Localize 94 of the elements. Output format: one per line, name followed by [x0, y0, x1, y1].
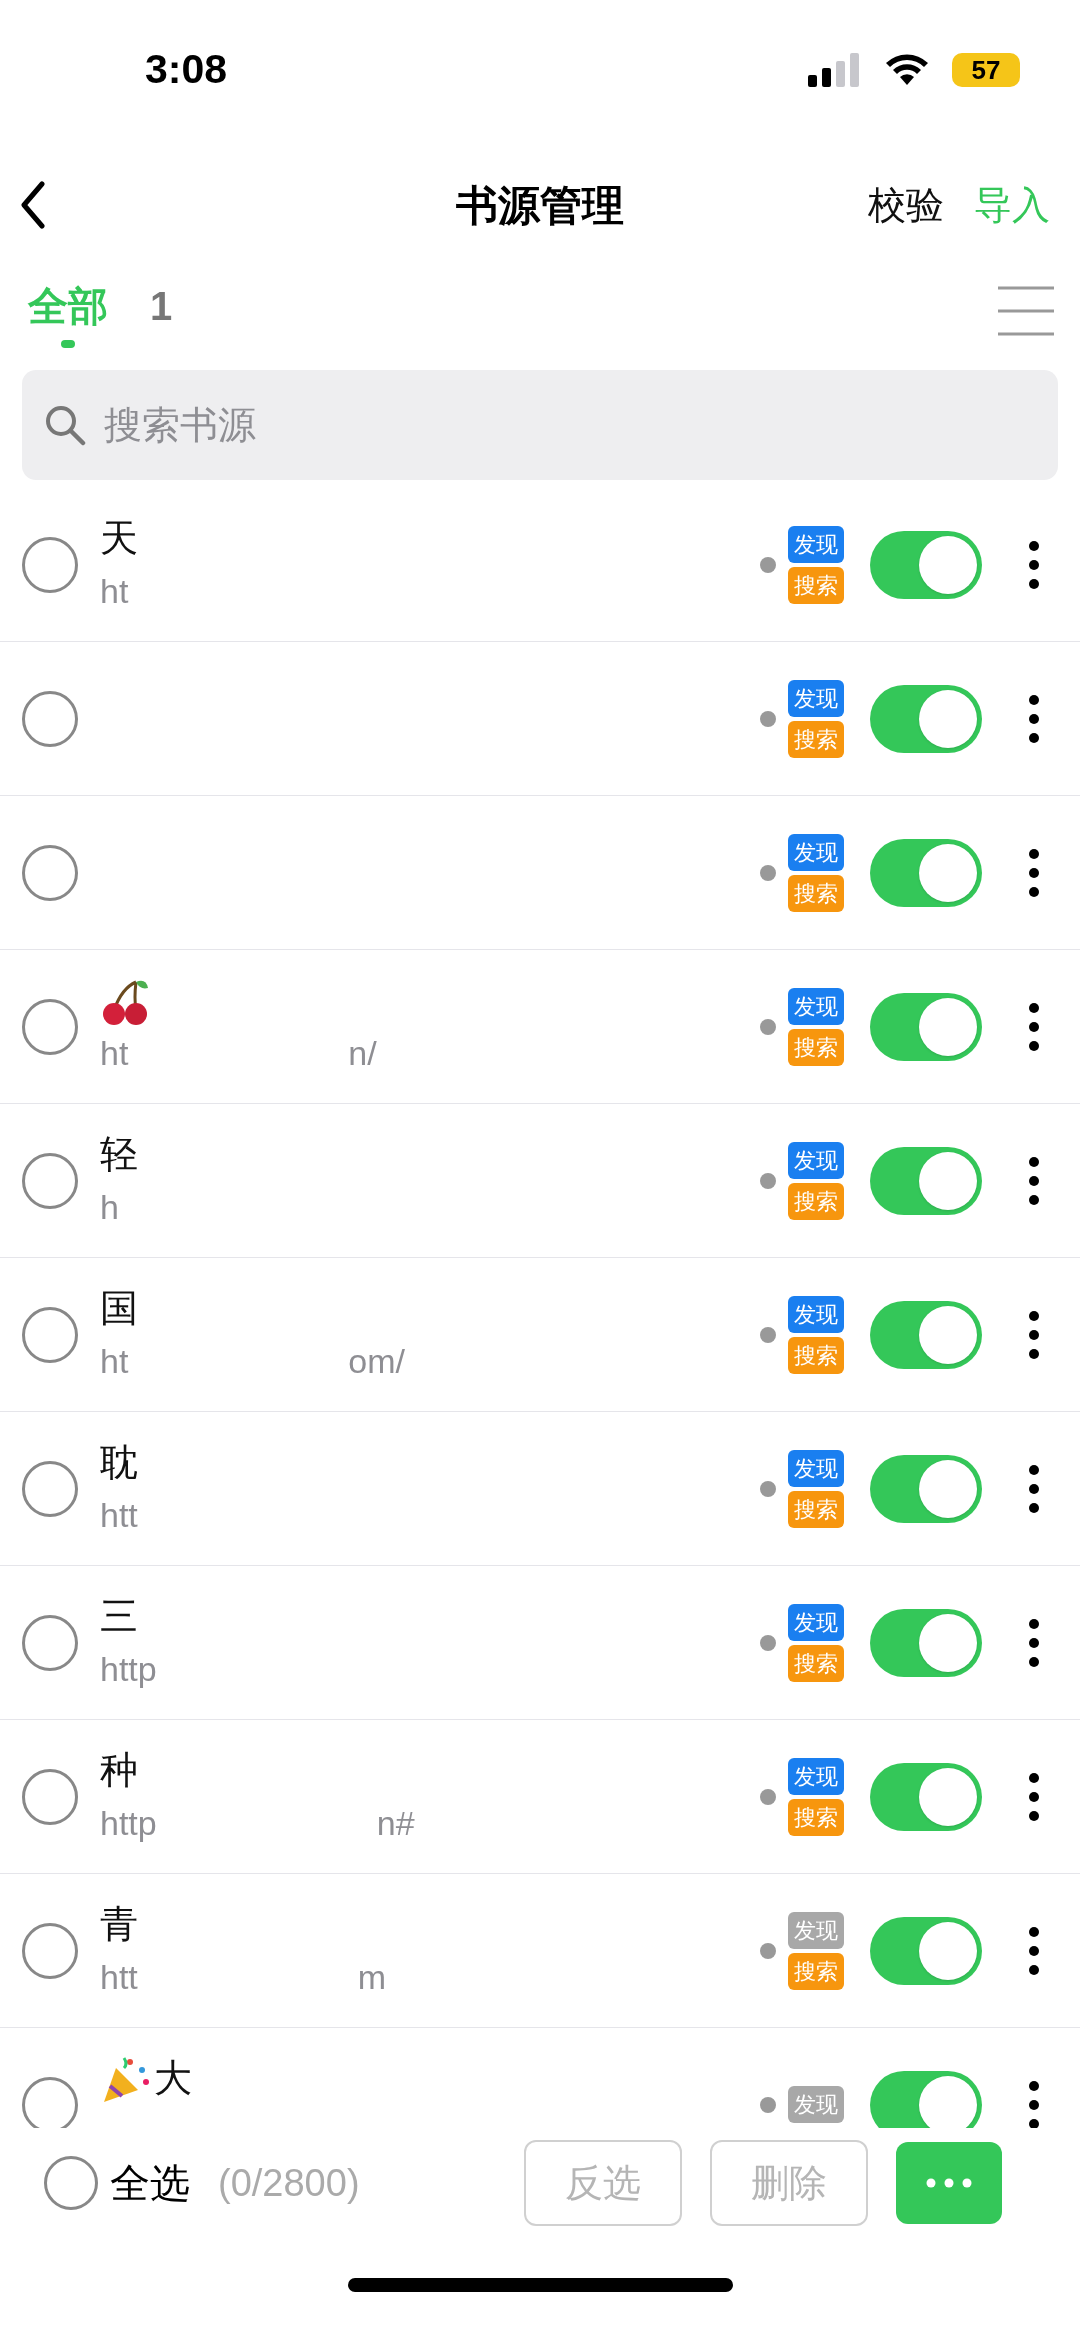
source-name: 青 [100, 1902, 138, 1947]
source-url: om/ [348, 1341, 406, 1382]
discover-tag: 发现 [788, 679, 844, 717]
search-tag: 搜索 [788, 1336, 844, 1374]
more-button[interactable] [1028, 693, 1040, 744]
more-button[interactable] [1028, 1771, 1040, 1822]
more-button[interactable] [1028, 1309, 1040, 1360]
status-time: 3:08 [145, 45, 228, 95]
source-url: ht [100, 571, 129, 612]
source-url: n/ [348, 1033, 377, 1074]
nav-action[interactable]: 校验 [868, 176, 944, 234]
more-icon [1028, 2079, 1040, 2128]
action-button[interactable]: 删除 [710, 2140, 868, 2226]
more-icon [1028, 1155, 1040, 1206]
discover-tag: 发现 [788, 1757, 844, 1795]
more-icon [1028, 693, 1040, 744]
source-url: htt [100, 1495, 138, 1536]
search-tag: 搜索 [788, 1798, 844, 1836]
source-url: n# [376, 1803, 415, 1844]
more-icon [1028, 1771, 1040, 1822]
source-url: http [100, 1803, 157, 1844]
more-icon [1028, 1309, 1040, 1360]
source-name: 三 [100, 1594, 138, 1639]
row-checkbox[interactable] [22, 536, 78, 593]
source-url: m [357, 1957, 387, 1998]
more-icon [1028, 1001, 1040, 1052]
signal-icon [808, 53, 862, 87]
more-button[interactable] [1028, 1925, 1040, 1976]
more-button[interactable] [1028, 1155, 1040, 1206]
source-url: ht [100, 1341, 129, 1382]
search-tag: 搜索 [788, 1952, 844, 1990]
search-tag: 搜索 [788, 566, 844, 604]
source-name: 种 [100, 1748, 138, 1793]
search-tag: 搜索 [788, 1028, 844, 1066]
discover-tag: 发现 [788, 1141, 844, 1179]
discover-tag: 发现 [788, 1911, 844, 1949]
discover-tag: 发现 [788, 833, 844, 871]
more-icon [1028, 847, 1040, 898]
discover-tag: 发现 [788, 1603, 844, 1641]
discover-tag: 发现 [788, 987, 844, 1025]
discover-tag: 发现 [788, 1295, 844, 1333]
battery-level: 57 [952, 53, 1020, 87]
select-all-checkbox[interactable]: 全选 [44, 2153, 190, 2213]
row-checkbox[interactable] [22, 690, 78, 747]
tab[interactable]: 全部 [28, 282, 108, 352]
more-icon [926, 2178, 972, 2188]
discover-tag: 发现 [788, 2086, 844, 2123]
row-checkbox[interactable] [22, 1768, 78, 1825]
tab[interactable]: 1 [150, 282, 173, 352]
source-name: 国 [100, 1286, 138, 1331]
discover-tag: 发现 [788, 525, 844, 563]
more-icon [1028, 539, 1040, 590]
menu-icon [998, 286, 1054, 336]
selection-count: (0/2800) [218, 2160, 360, 2206]
enable-toggle[interactable] [870, 2070, 982, 2128]
nav-action[interactable]: 导入 [974, 176, 1050, 234]
more-icon [1028, 1925, 1040, 1976]
search-field[interactable]: 搜索书源 [22, 370, 1058, 480]
search-tag: 搜索 [788, 720, 844, 758]
row-checkbox[interactable] [22, 1614, 78, 1671]
search-tag: 搜索 [788, 1644, 844, 1682]
source-url: htt [100, 1957, 138, 1998]
more-icon [1028, 1617, 1040, 1668]
search-tag: 搜索 [788, 874, 844, 912]
wifi-icon [884, 53, 930, 87]
row-checkbox[interactable] [22, 1460, 78, 1517]
discover-tag: 发现 [788, 1449, 844, 1487]
more-button[interactable] [1028, 1463, 1040, 1514]
page-title: 书源管理 [456, 180, 624, 231]
more-actions-button[interactable] [896, 2142, 1002, 2224]
back-icon [20, 181, 46, 229]
row-checkbox[interactable] [22, 1152, 78, 1209]
row-checkbox[interactable] [22, 1922, 78, 1979]
search-tag: 搜索 [788, 1490, 844, 1528]
row-checkbox[interactable] [22, 1306, 78, 1363]
source-name: 大 [154, 2056, 192, 2101]
row-checkbox[interactable] [22, 998, 78, 1055]
more-button[interactable] [1028, 539, 1040, 590]
more-button[interactable] [1028, 1617, 1040, 1668]
source-name: 轻 [100, 1132, 138, 1177]
row-checkbox[interactable] [22, 844, 78, 901]
source-url: h [100, 1187, 119, 1228]
more-button[interactable] [1028, 2079, 1040, 2128]
source-url: http [100, 1649, 157, 1690]
search-icon [44, 404, 86, 446]
more-button[interactable] [1028, 1001, 1040, 1052]
source-name: 天 [100, 516, 138, 561]
action-button[interactable]: 反选 [524, 2140, 682, 2226]
more-button[interactable] [1028, 847, 1040, 898]
menu-button[interactable] [998, 286, 1054, 336]
source-url: ht [100, 1033, 129, 1074]
search-tag: 搜索 [788, 1182, 844, 1220]
source-name: 耽 [100, 1440, 138, 1485]
more-icon [1028, 1463, 1040, 1514]
